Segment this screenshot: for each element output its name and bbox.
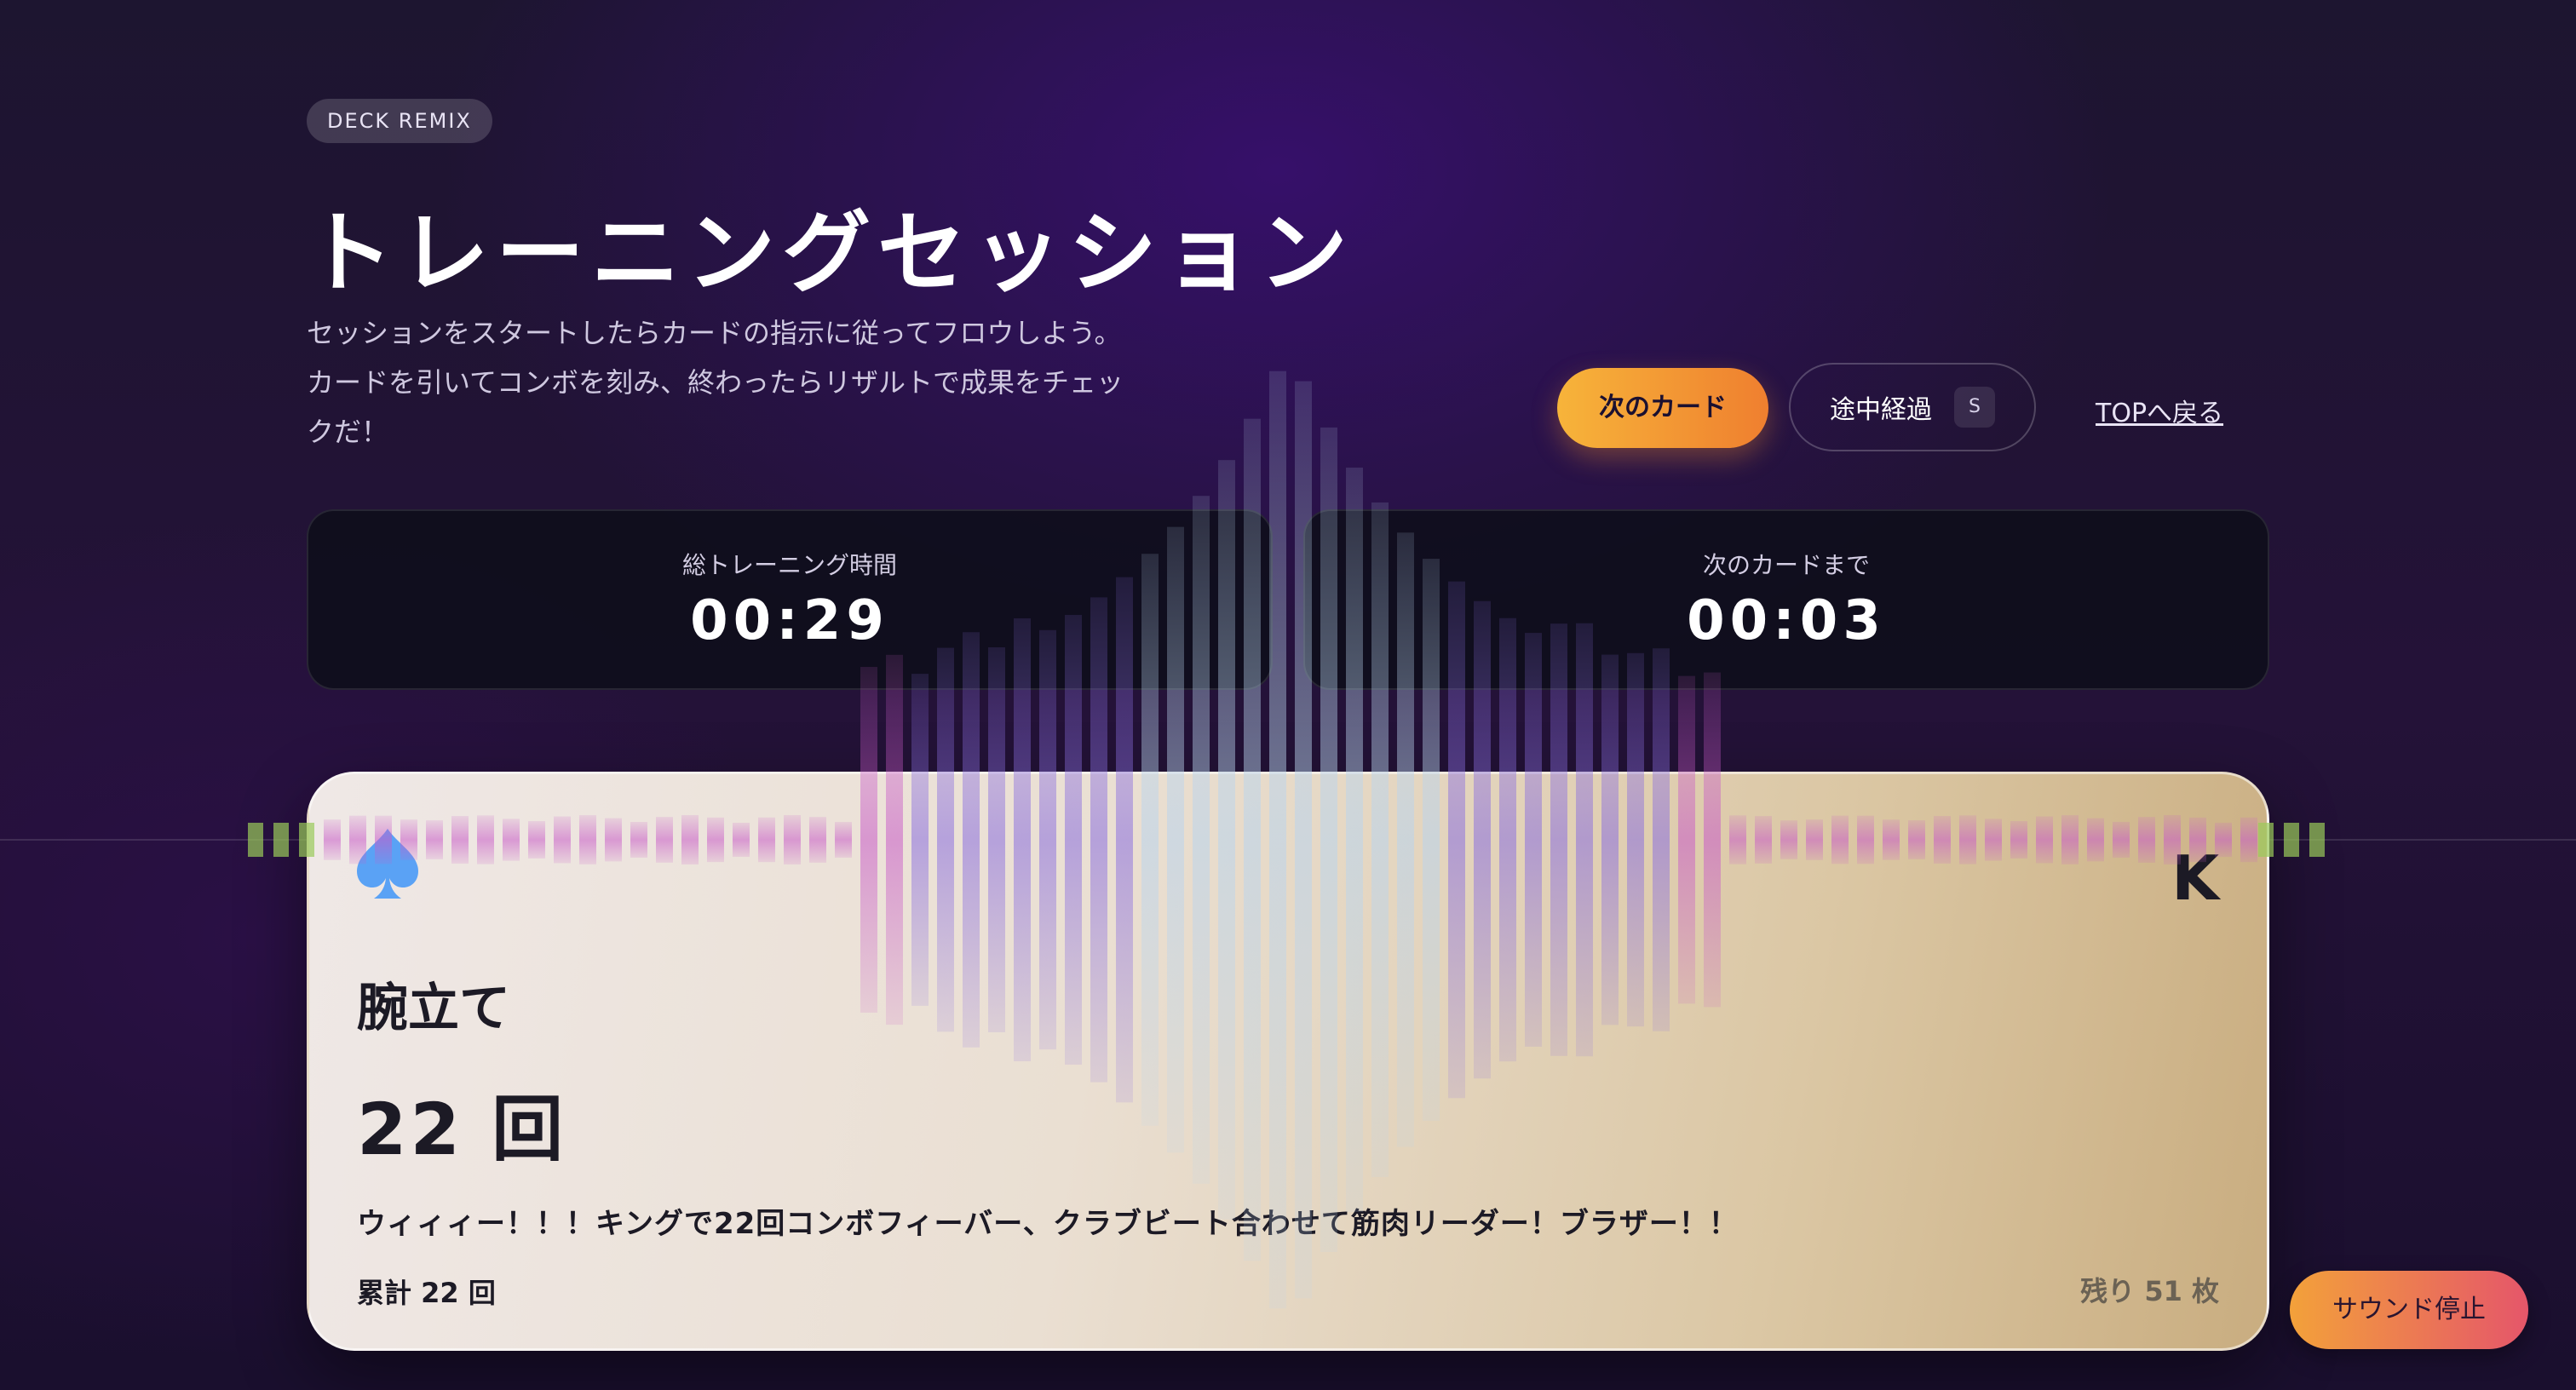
overlay-layer: サウンド停止: [0, 0, 2576, 1390]
stop-sound-button[interactable]: サウンド停止: [2290, 1271, 2528, 1349]
